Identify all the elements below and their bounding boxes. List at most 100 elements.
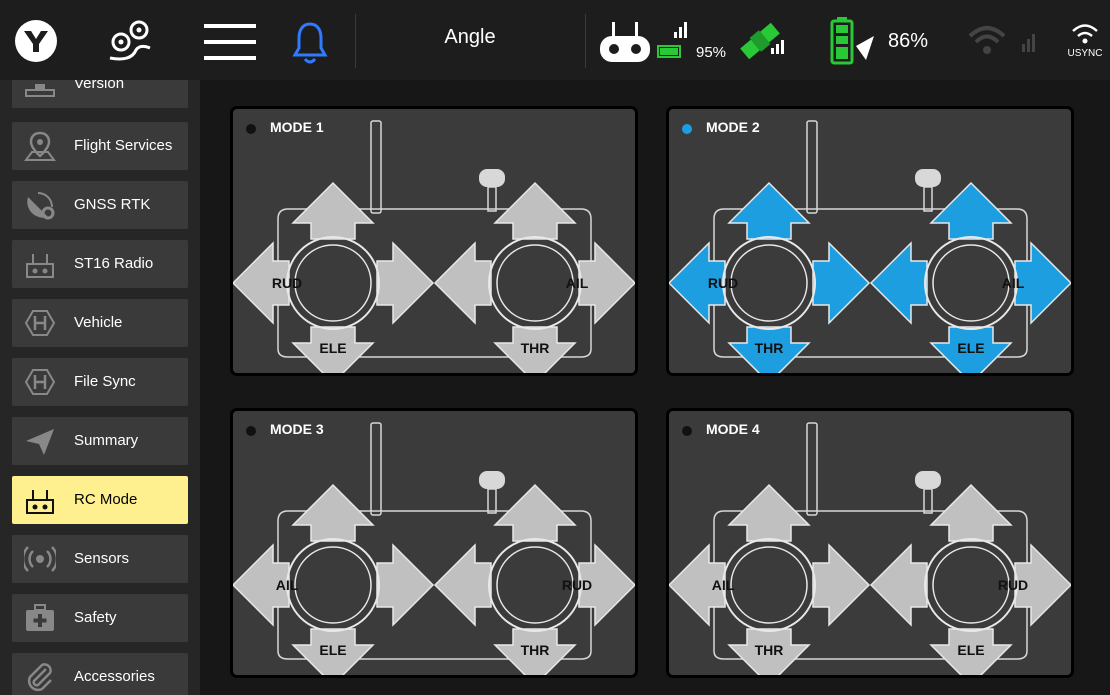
mode-indicator-dot bbox=[682, 426, 692, 436]
rc-signal-percent: 95% bbox=[696, 44, 727, 61]
top-toolbar: Angle 95% 86% USYNC bbox=[0, 0, 1110, 80]
version-icon bbox=[25, 84, 55, 97]
sidebar-item-gnss-rtk[interactable]: GNSS RTK bbox=[12, 181, 188, 229]
hexagon-h-icon bbox=[24, 310, 56, 336]
sidebar-item-label: Summary bbox=[74, 432, 139, 449]
controller-diagram: RUD ELE AIL THR bbox=[233, 120, 635, 373]
sidebar-item-label: Accessories bbox=[74, 668, 155, 685]
stick-label: THR bbox=[755, 340, 784, 356]
sidebar-item-file-sync[interactable]: File Sync bbox=[12, 358, 188, 406]
stick-arrow-right bbox=[376, 543, 435, 627]
first-aid-kit-icon bbox=[26, 604, 54, 631]
stick-arrow-up bbox=[291, 483, 375, 542]
mode-indicator-dot bbox=[246, 124, 256, 134]
stick-gimbal bbox=[294, 244, 372, 322]
right-stick-diagram: RUD ELE bbox=[869, 483, 1071, 675]
stick-arrow-up bbox=[291, 181, 375, 240]
stick-arrow-up bbox=[493, 181, 577, 240]
flight-mode-label[interactable]: Angle bbox=[400, 26, 540, 49]
stick-label: ELE bbox=[957, 340, 984, 356]
rc-signal-icon bbox=[657, 22, 687, 58]
mode-title: MODE 4 bbox=[706, 421, 760, 437]
stick-label: AIL bbox=[1002, 275, 1025, 291]
right-stick-diagram: AIL THR bbox=[433, 181, 635, 373]
mode-indicator-dot bbox=[682, 124, 692, 134]
sidebar-item-st16-radio[interactable]: ST16 Radio bbox=[12, 240, 188, 288]
right-stick-diagram: AIL ELE bbox=[869, 181, 1071, 373]
stick-label: AIL bbox=[276, 577, 299, 593]
sidebar-item-accessories[interactable]: Accessories bbox=[12, 653, 188, 695]
stick-arrow-up bbox=[929, 181, 1013, 240]
sidebar-item-label: Vehicle bbox=[74, 314, 123, 331]
usync-wifi-icon[interactable] bbox=[1070, 22, 1100, 44]
left-stick-diagram: AIL ELE bbox=[233, 483, 435, 675]
stick-gimbal bbox=[496, 244, 574, 322]
toolbar-divider bbox=[585, 14, 586, 68]
antenna bbox=[806, 422, 818, 516]
remote-controller-icon bbox=[600, 22, 650, 62]
gimbal-mount bbox=[479, 169, 505, 187]
gimbal-stem bbox=[923, 186, 933, 212]
radio-icon bbox=[26, 490, 54, 514]
mode-card[interactable]: AIL ELE RUD THR MODE 3 bbox=[230, 408, 638, 678]
mode-card[interactable]: AIL THR RUD ELE MODE 4 bbox=[666, 408, 1074, 678]
sidebar-item-sensors[interactable]: Sensors bbox=[12, 535, 188, 583]
notification-bell-icon[interactable] bbox=[292, 20, 328, 66]
stick-label: THR bbox=[521, 340, 550, 356]
sidebar-item-label: File Sync bbox=[74, 373, 136, 390]
right-stick-diagram: RUD THR bbox=[433, 483, 635, 675]
toolbar-divider bbox=[355, 14, 356, 68]
stick-gimbal bbox=[932, 244, 1010, 322]
sidebar-item-safety[interactable]: Safety bbox=[12, 594, 188, 642]
sidebar-item-rc-mode[interactable]: RC Mode bbox=[12, 476, 188, 524]
stick-label: THR bbox=[521, 642, 550, 658]
stick-label: RUD bbox=[708, 275, 738, 291]
left-stick-diagram: AIL THR bbox=[669, 483, 871, 675]
stick-gimbal bbox=[294, 546, 372, 624]
plan-route-icon[interactable] bbox=[106, 18, 156, 64]
stick-label: RUD bbox=[562, 577, 592, 593]
stick-arrow-up bbox=[929, 483, 1013, 542]
paperclip-icon bbox=[27, 663, 52, 692]
stick-label: ELE bbox=[319, 340, 346, 356]
usync-label: USYNC bbox=[1067, 48, 1103, 59]
menu-icon[interactable] bbox=[204, 22, 256, 62]
satellite-gear-icon bbox=[27, 192, 55, 220]
sidebar-item-label: Flight Services bbox=[74, 137, 173, 154]
paper-plane-icon bbox=[26, 429, 54, 455]
stick-label: AIL bbox=[566, 275, 589, 291]
map-pin-icon bbox=[24, 131, 56, 161]
mode-card[interactable]: RUD ELE AIL THR MODE 1 bbox=[230, 106, 638, 376]
controller-diagram: RUD THR AIL ELE bbox=[669, 120, 1071, 373]
mode-indicator-dot bbox=[246, 426, 256, 436]
hexagon-h-icon bbox=[24, 369, 56, 395]
stick-arrow-left bbox=[433, 241, 492, 325]
stick-label: RUD bbox=[272, 275, 302, 291]
radio-icon bbox=[26, 254, 54, 278]
stick-gimbal bbox=[730, 546, 808, 624]
stick-arrow-left bbox=[869, 241, 928, 325]
stick-label: RUD bbox=[998, 577, 1028, 593]
sidebar-item-label: RC Mode bbox=[74, 491, 138, 508]
antenna bbox=[370, 422, 382, 516]
left-stick-diagram: RUD THR bbox=[669, 181, 871, 373]
mode-title: MODE 2 bbox=[706, 119, 760, 135]
stick-label: THR bbox=[755, 642, 784, 658]
stick-arrow-left bbox=[869, 543, 928, 627]
app-logo-icon[interactable] bbox=[14, 19, 58, 63]
sidebar-item-vehicle[interactable]: Vehicle bbox=[12, 299, 188, 347]
battery-icon bbox=[830, 17, 874, 65]
stick-arrow-right bbox=[812, 241, 871, 325]
stick-gimbal bbox=[730, 244, 808, 322]
sidebar-item-flight-services[interactable]: Flight Services bbox=[12, 122, 188, 170]
sidebar-item-label: Safety bbox=[74, 609, 117, 626]
wifi-icon bbox=[968, 26, 1035, 54]
sidebar-item-summary[interactable]: Summary bbox=[12, 417, 188, 465]
mode-card[interactable]: RUD THR AIL ELE MODE 2 bbox=[666, 106, 1074, 376]
left-stick-diagram: RUD ELE bbox=[233, 181, 435, 373]
antenna bbox=[806, 120, 818, 214]
sensor-waves-icon bbox=[24, 546, 56, 572]
rc-mode-panel: RUD ELE AIL THR MODE 1 RUD THR AIL ELE MODE 2 … bbox=[200, 80, 1110, 695]
gimbal-stem bbox=[487, 186, 497, 212]
sidebar-item-version[interactable]: Version bbox=[12, 80, 188, 108]
